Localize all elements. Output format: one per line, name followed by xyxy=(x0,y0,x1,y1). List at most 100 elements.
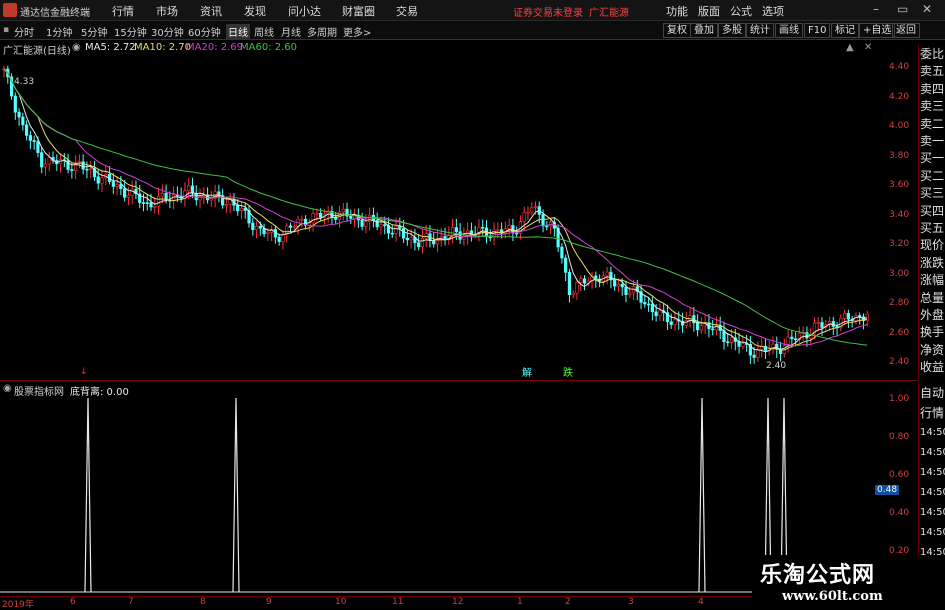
period-15min[interactable]: 15分钟 xyxy=(114,24,147,39)
price-tick: 3.80 xyxy=(889,151,910,161)
side-label[interactable]: 买二 xyxy=(920,169,944,183)
period-more[interactable]: 更多> xyxy=(343,24,371,39)
overlay-button[interactable]: 叠加 xyxy=(690,23,718,38)
side-label[interactable]: 收益 xyxy=(920,360,944,374)
candle-body xyxy=(266,232,270,235)
side-label[interactable]: 涨幅 xyxy=(920,273,944,287)
candle-body xyxy=(582,278,587,284)
menu-item-function[interactable]: 功能 xyxy=(666,3,688,19)
side-label[interactable]: 卖四 xyxy=(920,82,944,96)
side-label[interactable]: 14:50 xyxy=(920,526,945,540)
candle-body xyxy=(548,221,553,227)
settings-dot-icon[interactable]: ◉ xyxy=(72,42,81,53)
side-label[interactable]: 净资 xyxy=(920,343,944,357)
candle-body xyxy=(341,208,345,213)
candle-body xyxy=(32,140,36,142)
side-label[interactable]: 卖一 xyxy=(920,134,944,148)
candle-body xyxy=(40,152,44,168)
candle-body xyxy=(794,338,798,341)
side-label[interactable]: 卖二 xyxy=(920,117,944,131)
menu-item-ask[interactable]: 问小达 xyxy=(288,3,321,19)
f10-button[interactable]: F10 xyxy=(804,23,831,38)
menu-item-layout[interactable]: 版面 xyxy=(698,3,720,19)
adjust-button[interactable]: 复权 xyxy=(663,23,691,38)
candle-body xyxy=(300,218,304,221)
side-label[interactable]: 14:50 xyxy=(920,466,945,480)
ma20-label: MA20: 2.69 xyxy=(186,42,244,53)
event-mark-icon: ↓ xyxy=(80,367,88,377)
close-icon[interactable]: ✕ xyxy=(922,2,932,16)
side-label[interactable]: 14:50 xyxy=(920,426,945,440)
login-status[interactable]: 证券交易未登录 xyxy=(513,4,583,19)
side-label[interactable]: 14:50 xyxy=(920,506,945,520)
side-label[interactable]: 买五 xyxy=(920,221,944,235)
candle-body xyxy=(47,157,51,165)
period-daily[interactable]: 日线 xyxy=(226,24,250,39)
menu-item-trade[interactable]: 交易 xyxy=(396,3,418,19)
stats-button[interactable]: 统计 xyxy=(746,23,774,38)
menu-item-market[interactable]: 市场 xyxy=(156,3,178,19)
side-label[interactable]: 换手 xyxy=(920,325,944,339)
side-label[interactable]: 涨跌 xyxy=(920,256,944,270)
price-tick: 3.20 xyxy=(889,239,910,249)
current-stock-name: 广汇能源 xyxy=(589,8,629,19)
candle-body xyxy=(288,225,293,228)
side-label[interactable]: 自动 xyxy=(920,386,944,400)
candle-body xyxy=(450,227,455,236)
candle-body xyxy=(616,283,621,287)
period-multi[interactable]: 多周期 xyxy=(307,24,337,39)
mark-button[interactable]: 标记 xyxy=(831,23,859,38)
back-button[interactable]: 返回 xyxy=(892,23,920,38)
menu-item-wealth[interactable]: 财富圈 xyxy=(342,3,375,19)
candle-body xyxy=(846,313,850,320)
candle-body xyxy=(688,315,692,321)
draw-button[interactable]: 画线 xyxy=(775,23,803,38)
side-label[interactable]: 外盘 xyxy=(920,308,944,322)
candle-body xyxy=(526,211,530,214)
price-tick: 2.60 xyxy=(889,328,910,338)
period-weekly[interactable]: 周线 xyxy=(254,24,274,39)
candle-body xyxy=(628,292,632,295)
side-label[interactable]: 行情 xyxy=(920,406,944,420)
side-label[interactable]: 买一 xyxy=(920,151,944,165)
side-label[interactable]: 总量 xyxy=(920,291,944,305)
menu-item-options[interactable]: 选项 xyxy=(762,3,784,19)
side-label[interactable]: 买四 xyxy=(920,204,944,218)
minimize-icon[interactable]: – xyxy=(873,2,879,16)
candle-body xyxy=(564,257,568,273)
add-watchlist-button[interactable]: +自选 xyxy=(859,23,896,38)
side-label[interactable]: 卖三 xyxy=(920,99,944,113)
signal-mark-1: 解 xyxy=(522,366,532,379)
candle-body xyxy=(579,278,583,283)
menu-item-quotes[interactable]: 行情 xyxy=(112,3,134,19)
date-tick: 10 xyxy=(335,597,347,607)
signal-spike xyxy=(698,397,706,593)
menu-item-news[interactable]: 资讯 xyxy=(200,3,222,19)
candle-body xyxy=(126,195,130,198)
period-1min[interactable]: 1分钟 xyxy=(46,24,72,39)
candle-body xyxy=(405,237,409,241)
period-5min[interactable]: 5分钟 xyxy=(81,24,107,39)
panel-close-icon[interactable]: ✕ xyxy=(864,42,872,53)
candle-body xyxy=(843,313,847,319)
side-label[interactable]: 14:50 xyxy=(920,486,945,500)
side-label[interactable]: 买三 xyxy=(920,186,944,200)
menu-item-formula[interactable]: 公式 xyxy=(730,3,752,19)
maximize-icon[interactable]: ▭ xyxy=(897,2,908,16)
side-label[interactable]: 现价 xyxy=(920,238,944,252)
side-label[interactable]: 卖五 xyxy=(920,64,944,78)
period-intraday[interactable]: 分时 xyxy=(14,24,34,39)
candle-body xyxy=(711,328,715,331)
candlestick-chart[interactable]: 4.33 2.40 解 跌 ↓ xyxy=(0,56,885,380)
candle-body xyxy=(613,279,617,287)
period-30min[interactable]: 30分钟 xyxy=(151,24,184,39)
signal-mark-2: 跌 xyxy=(563,366,573,379)
period-monthly[interactable]: 月线 xyxy=(281,24,301,39)
multi-stock-button[interactable]: 多股 xyxy=(718,23,746,38)
side-label[interactable]: 14:50 xyxy=(920,446,945,460)
candle-body xyxy=(141,202,146,204)
side-label[interactable]: 委比 xyxy=(920,47,944,61)
period-60min[interactable]: 60分钟 xyxy=(188,24,221,39)
menu-item-discover[interactable]: 发现 xyxy=(244,3,266,19)
collapse-icon[interactable]: ▲ xyxy=(846,42,854,53)
